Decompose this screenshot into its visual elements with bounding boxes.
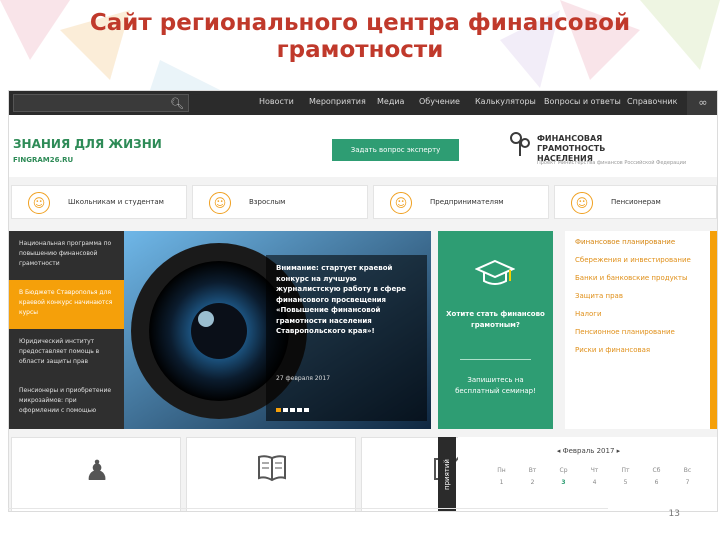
audience-entrepreneurs[interactable]: ☺ Предпринимателям [373, 185, 549, 219]
news-list: Национальная программа по повышению фина… [9, 231, 124, 429]
weekday: Пт [621, 467, 630, 474]
calendar-week: 1234567 [486, 479, 706, 486]
site-header: ЗНАНИЯ ДЛЯ ЖИЗНИ FINGRAM26.RU Задать воп… [9, 115, 717, 177]
page-number: 13 [668, 509, 680, 519]
hero-caption: Внимание: стартует краевой конкурс на лу… [266, 255, 427, 421]
weekday: Чт [590, 467, 599, 474]
seminar-question: Хотите стать финансово грамотным? [446, 310, 545, 329]
resource-card[interactable]: ♟ [11, 437, 181, 511]
weekday: Вс [683, 467, 692, 474]
search-icon[interactable]: 🔍︎ [170, 97, 184, 110]
weekday: Ср [559, 467, 568, 474]
calendar-day[interactable]: 2 [517, 479, 548, 486]
nav-item-events[interactable]: Мероприятия [309, 97, 366, 106]
topic-link[interactable]: Риски и финансовая [575, 345, 700, 355]
top-navbar: 🔍︎ Новости Мероприятия Медиа Обучение Ка… [9, 91, 717, 115]
divider [460, 359, 531, 360]
nav-item-faq[interactable]: Вопросы и ответы [544, 97, 621, 106]
nav-item-news[interactable]: Новости [259, 97, 294, 106]
adult-icon: ☺ [209, 192, 231, 214]
ask-expert-button[interactable]: Задать вопрос эксперту [332, 139, 459, 161]
nav-item-media[interactable]: Медиа [377, 97, 404, 106]
calendar-day[interactable]: 3 [548, 479, 579, 486]
search-input[interactable]: 🔍︎ [13, 94, 189, 112]
chevron-left-icon[interactable]: ◂ [557, 447, 561, 455]
weekday: Пн [497, 467, 506, 474]
topic-link[interactable]: Финансовое планирование [575, 237, 700, 247]
weekday: Сб [652, 467, 661, 474]
slider-dots [276, 397, 311, 416]
events-calendar: ◂ Февраль 2017 ▸ Пн Вт Ср Чт Пт Сб Вс 1234567 [458, 437, 717, 511]
graduation-cap-icon [474, 259, 516, 289]
slider-dot[interactable] [290, 408, 295, 412]
accent-strip [710, 231, 717, 429]
topic-link[interactable]: Сбережения и инвестирование [575, 255, 700, 265]
slider-dot[interactable] [276, 408, 281, 412]
slider-dot[interactable] [297, 408, 302, 412]
topic-link[interactable]: Пенсионное планирование [575, 327, 700, 337]
footer-line [8, 508, 608, 509]
chevron-right-icon[interactable]: ▸ [617, 447, 621, 455]
hero-text[interactable]: Внимание: стартует краевой конкурс на лу… [276, 263, 417, 337]
brand-tagline: Проект Министерства финансов Российской … [537, 160, 687, 166]
hero-date: 27 февраля 2017 [276, 375, 331, 382]
seminar-signup-link[interactable]: Запишитесь на бесплатный семинар! [446, 375, 545, 397]
news-item[interactable]: Юридический институт предоставляет помощ… [9, 329, 124, 378]
news-item-active[interactable]: В Бюджете Ставрополья для краевой конкур… [9, 280, 124, 329]
topic-link[interactable]: Налоги [575, 309, 700, 319]
book-icon [187, 454, 357, 489]
website-screenshot: 🔍︎ Новости Мероприятия Медиа Обучение Ка… [8, 90, 718, 512]
audience-label: Школьникам и студентам [68, 198, 164, 206]
brand-logo-icon [509, 131, 531, 157]
calendar-day[interactable]: 6 [641, 479, 672, 486]
entrepreneur-icon: ☺ [390, 192, 412, 214]
site-logo[interactable]: ЗНАНИЯ ДЛЯ ЖИЗНИ [13, 137, 162, 151]
pawn-icon: ♟ [84, 454, 110, 487]
audience-adults[interactable]: ☺ Взрослым [192, 185, 368, 219]
hero-slider[interactable]: Внимание: стартует краевой конкурс на лу… [124, 231, 431, 429]
slider-dot[interactable] [283, 408, 288, 412]
topic-link[interactable]: Защита прав [575, 291, 700, 301]
audience-label: Предпринимателям [430, 198, 504, 206]
news-item[interactable]: Национальная программа по повышению фина… [9, 231, 124, 280]
slide-title-line1: Сайт регионального центра финансовой [89, 10, 631, 36]
audience-label: Пенсионерам [611, 198, 661, 206]
audience-label: Взрослым [249, 198, 286, 206]
calendar-day[interactable]: 4 [579, 479, 610, 486]
nav-item-learning[interactable]: Обучение [419, 97, 460, 106]
site-domain: FINGRAM26.RU [13, 156, 74, 164]
audience-pensioners[interactable]: ☺ Пенсионерам [554, 185, 717, 219]
glasses-icon[interactable]: ∞ [687, 91, 717, 115]
calendar-month-label: Февраль 2017 [562, 447, 615, 455]
resource-card[interactable] [186, 437, 357, 511]
slide-title: Сайт регионального центра финансовой гра… [0, 10, 720, 64]
slide-title-line2: грамотности [276, 37, 444, 63]
news-item[interactable]: Пенсионеры и приобретение микрозаймов: п… [9, 378, 124, 429]
nav-item-calculators[interactable]: Калькуляторы [475, 97, 536, 106]
calendar-day[interactable]: 1 [486, 479, 517, 486]
student-icon: ☺ [28, 192, 50, 214]
seminar-card[interactable]: Хотите стать финансово грамотным? Запиши… [438, 231, 553, 429]
slider-dot[interactable] [304, 408, 309, 412]
events-side-tab[interactable]: приятий [438, 437, 456, 511]
calendar-day[interactable]: 5 [610, 479, 641, 486]
pensioner-icon: ☺ [571, 192, 593, 214]
calendar-month: ◂ Февраль 2017 ▸ [458, 447, 717, 455]
calendar-weekdays: Пн Вт Ср Чт Пт Сб Вс [486, 467, 706, 474]
weekday: Вт [528, 467, 537, 474]
topics-list: Финансовое планирование Сбережения и инв… [565, 231, 710, 429]
topic-link[interactable]: Банки и банковские продукты [575, 273, 700, 283]
calendar-day[interactable]: 7 [672, 479, 703, 486]
nav-item-reference[interactable]: Справочник [627, 97, 677, 106]
audience-students[interactable]: ☺ Школьникам и студентам [11, 185, 187, 219]
